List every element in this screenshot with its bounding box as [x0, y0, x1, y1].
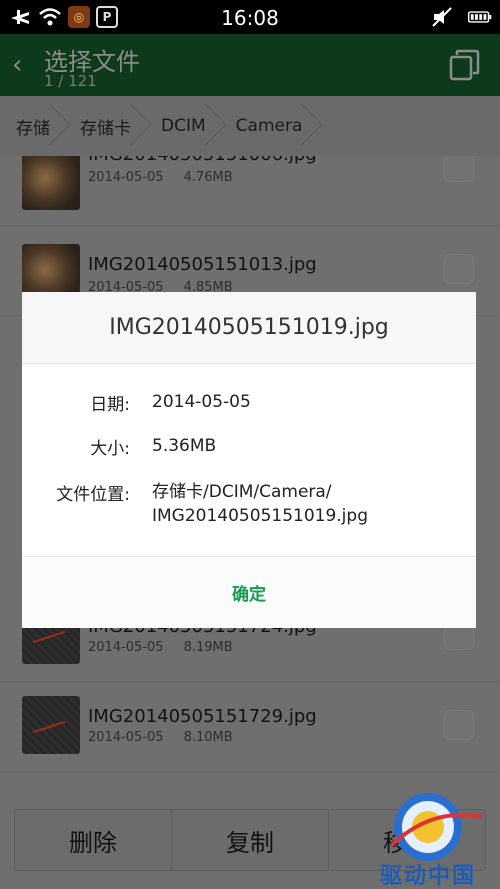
title-bar: ‹ 选择文件 1 / 121: [0, 34, 500, 96]
page-subtitle: 1 / 121: [44, 72, 97, 90]
file-size: 8.10MB: [183, 730, 233, 745]
file-meta: 2014-05-05 8.10MB: [88, 730, 233, 745]
status-bar: ◎ P 16:08: [0, 0, 500, 34]
file-name: IMG20140505151729.jpg: [88, 706, 317, 727]
file-date: 2014-05-05: [88, 170, 164, 185]
file-size: 8.19MB: [183, 640, 233, 655]
file-name: IMG20140505151006.jpg: [88, 156, 317, 165]
file-name: IMG20140505151013.jpg: [88, 254, 317, 275]
dialog-date-row: 日期: 2014-05-05: [22, 390, 476, 415]
breadcrumb-item-storage[interactable]: 存储: [0, 96, 64, 156]
dialog-location-row: 文件位置: 存储卡/DCIM/Camera/ IMG20140505151019…: [22, 480, 476, 528]
clock: 16:08: [221, 6, 279, 30]
file-size: 4.76MB: [183, 170, 233, 185]
dialog-title: IMG20140505151019.jpg: [22, 292, 476, 364]
breadcrumb-item-dcim[interactable]: DCIM: [145, 96, 220, 156]
list-item[interactable]: IMG20140505151729.jpg 2014-05-05 8.10MB: [0, 682, 500, 772]
ok-button[interactable]: 确定: [22, 556, 476, 628]
location-label: 文件位置:: [56, 485, 130, 505]
location-filename: IMG20140505151019.jpg: [152, 506, 368, 526]
copies-icon[interactable]: [448, 48, 482, 82]
file-date: 2014-05-05: [88, 730, 164, 745]
checkbox[interactable]: [444, 156, 474, 182]
delete-button[interactable]: 删除: [15, 810, 172, 870]
breadcrumb-item-camera[interactable]: Camera: [220, 96, 317, 156]
watermark-text: 驱动中国: [380, 864, 477, 889]
mute-icon: [430, 6, 454, 28]
battery-icon: [468, 6, 492, 28]
date-value: 2014-05-05: [152, 392, 251, 412]
status-icons-right: [430, 6, 492, 28]
location-path: 存储卡/DCIM/Camera/: [152, 482, 332, 502]
copy-button[interactable]: 复制: [172, 810, 329, 870]
back-arrow-icon[interactable]: ‹: [12, 52, 32, 78]
checkbox[interactable]: [444, 710, 474, 740]
size-label: 大小:: [90, 439, 130, 459]
dialog-size-row: 大小: 5.36MB: [22, 434, 476, 459]
file-meta: 2014-05-05 8.19MB: [88, 640, 233, 655]
file-date: 2014-05-05: [88, 640, 164, 655]
date-label: 日期:: [90, 395, 130, 415]
breadcrumb: 存储 存储卡 DCIM Camera: [0, 96, 500, 156]
breadcrumb-item-sdcard[interactable]: 存储卡: [64, 96, 145, 156]
list-item[interactable]: IMG20140505151006.jpg 2014-05-05 4.76MB: [0, 156, 500, 226]
file-info-dialog: IMG20140505151019.jpg 日期: 2014-05-05 大小:…: [22, 292, 476, 628]
file-meta: 2014-05-05 4.76MB: [88, 170, 233, 185]
location-value: 存储卡/DCIM/Camera/ IMG20140505151019.jpg: [152, 480, 452, 528]
checkbox[interactable]: [444, 254, 474, 284]
thumbnail: [22, 696, 80, 754]
size-value: 5.36MB: [152, 436, 217, 456]
thumbnail: [22, 156, 80, 210]
